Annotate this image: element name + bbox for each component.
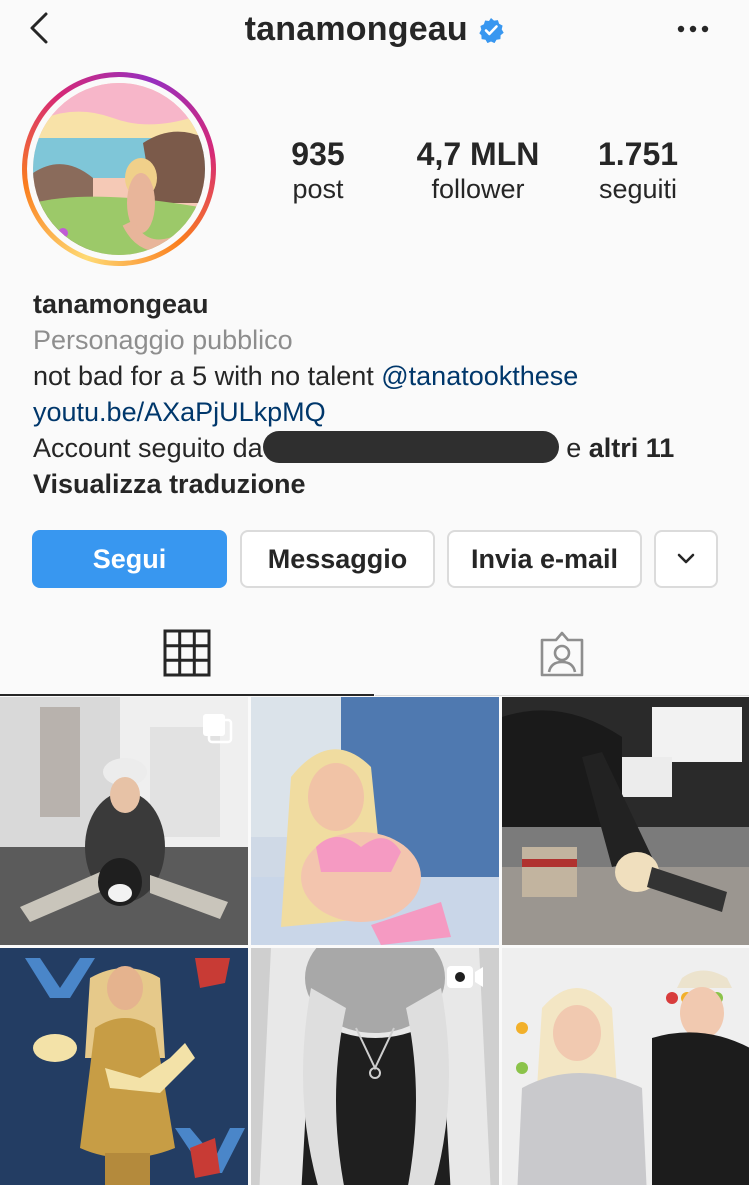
redacted-names	[262, 431, 559, 463]
bio-text: not bad for a 5 with no talent	[33, 361, 374, 391]
stat-following[interactable]: 1.751 seguiti	[553, 136, 723, 206]
video-icon	[447, 966, 483, 988]
header-username: tanamongeau	[244, 10, 468, 48]
stat-followers-label: follower	[431, 174, 525, 204]
posts-grid	[0, 697, 749, 1185]
grid-icon	[163, 629, 211, 677]
post-thumbnail[interactable]	[251, 697, 499, 945]
stat-following-value: 1.751	[597, 136, 679, 172]
bio-category: Personaggio pubblico	[33, 325, 293, 355]
post-thumbnail[interactable]	[0, 697, 248, 945]
chevron-down-icon	[677, 553, 695, 564]
bio-website-link[interactable]: youtu.be/AXaPjULkpMQ	[33, 394, 733, 430]
stat-following-label: seguiti	[598, 174, 678, 204]
verified-badge-icon	[479, 17, 505, 43]
bio-text-line: not bad for a 5 with no talent @tanatook…	[33, 358, 733, 394]
post-thumbnail[interactable]	[0, 948, 248, 1185]
follow-button[interactable]: Segui	[32, 530, 227, 588]
followed-by-line[interactable]: Account seguito da e altri 11	[33, 430, 733, 466]
tab-tagged[interactable]	[375, 612, 749, 696]
post-image	[502, 948, 749, 1185]
tab-grid[interactable]	[0, 612, 374, 696]
followed-by-suffix: e	[566, 433, 582, 463]
stat-posts-value: 935	[291, 136, 345, 172]
profile-header: tanamongeau	[0, 0, 749, 60]
followed-by-prefix: Account seguito da	[33, 433, 263, 463]
suggested-dropdown-button[interactable]	[654, 530, 718, 588]
profile-bio: tanamongeau Personaggio pubblico not bad…	[33, 286, 733, 502]
more-dots-icon	[677, 25, 709, 33]
header-title-wrap: tanamongeau	[0, 10, 749, 49]
stat-followers-value: 4,7 MLN	[416, 136, 540, 172]
post-image	[251, 697, 499, 945]
bio-mention-link[interactable]: @tanatookthese	[381, 361, 578, 391]
more-options-button[interactable]	[673, 14, 713, 44]
tagged-person-icon	[540, 631, 584, 676]
post-thumbnail[interactable]	[251, 948, 499, 1185]
see-translation-link[interactable]: Visualizza traduzione	[33, 466, 733, 502]
stat-posts-label: post	[292, 174, 344, 204]
stat-posts[interactable]: 935 post	[233, 136, 403, 206]
profile-stats: 935 post 4,7 MLN follower 1.751 seguiti	[240, 136, 720, 216]
post-image	[0, 948, 248, 1185]
email-button[interactable]: Invia e-mail	[447, 530, 642, 588]
stat-followers[interactable]: 4,7 MLN follower	[393, 136, 563, 206]
story-ring[interactable]	[22, 72, 216, 266]
bio-name: tanamongeau	[33, 289, 209, 319]
post-image	[502, 697, 749, 945]
message-button[interactable]: Messaggio	[240, 530, 435, 588]
followed-by-others: altri 11	[588, 433, 675, 463]
post-thumbnail[interactable]	[502, 697, 749, 945]
post-thumbnail[interactable]	[502, 948, 749, 1185]
avatar	[33, 83, 205, 255]
carousel-icon	[203, 714, 233, 744]
avatar-illustration	[33, 83, 205, 255]
